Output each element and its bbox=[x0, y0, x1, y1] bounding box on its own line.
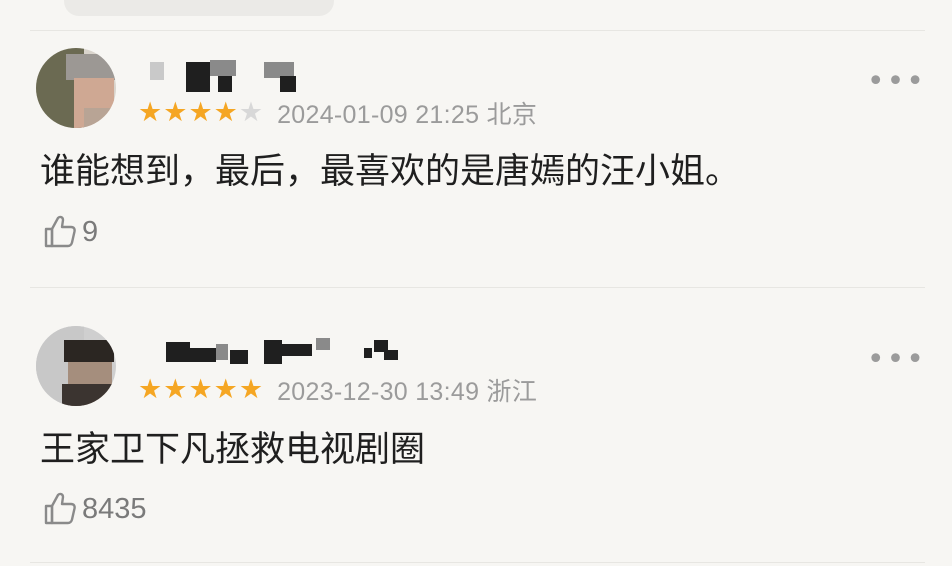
star-rating: ★ ★ ★ ★ ★ bbox=[138, 375, 263, 405]
comment-meta: 2024-01-09 21:25 北京 bbox=[277, 101, 538, 129]
divider bbox=[30, 287, 925, 288]
star-icon: ★ bbox=[213, 97, 238, 128]
thumbs-up-icon bbox=[44, 492, 76, 525]
avatar[interactable] bbox=[36, 326, 116, 406]
comment-text: 谁能想到，最后，最喜欢的是唐嫣的汪小姐。 bbox=[40, 152, 741, 192]
more-icon[interactable]: ••• bbox=[867, 345, 926, 375]
divider bbox=[30, 30, 925, 31]
like-button[interactable]: 8435 bbox=[42, 489, 147, 529]
star-icon: ★ bbox=[163, 374, 188, 405]
more-icon[interactable]: ••• bbox=[867, 67, 926, 97]
like-button[interactable]: 9 bbox=[42, 212, 98, 252]
like-count: 9 bbox=[82, 215, 99, 248]
divider bbox=[30, 562, 925, 563]
thumbs-up-icon bbox=[44, 215, 76, 248]
star-icon: ★ bbox=[138, 374, 163, 405]
rating-row: ★ ★ ★ ★ ★ 2024-01-09 21:25 北京 bbox=[138, 98, 538, 130]
comment-meta: 2023-12-30 13:49 浙江 bbox=[277, 378, 538, 406]
username-pixelated[interactable] bbox=[138, 334, 408, 374]
star-icon: ★ bbox=[238, 374, 264, 405]
top-bar-remnant bbox=[64, 0, 334, 16]
comment-text: 王家卫下凡拯救电视剧圈 bbox=[40, 430, 426, 470]
avatar[interactable] bbox=[36, 48, 116, 128]
star-icon: ★ bbox=[213, 374, 238, 405]
like-count: 8435 bbox=[82, 492, 147, 525]
star-icon: ★ bbox=[138, 97, 163, 128]
star-icon: ★ bbox=[238, 97, 264, 128]
star-icon: ★ bbox=[188, 97, 213, 128]
star-icon: ★ bbox=[163, 97, 188, 128]
star-icon: ★ bbox=[188, 374, 213, 405]
star-rating: ★ ★ ★ ★ ★ bbox=[138, 98, 263, 128]
rating-row: ★ ★ ★ ★ ★ 2023-12-30 13:49 浙江 bbox=[138, 375, 538, 407]
username-pixelated[interactable] bbox=[138, 56, 308, 96]
